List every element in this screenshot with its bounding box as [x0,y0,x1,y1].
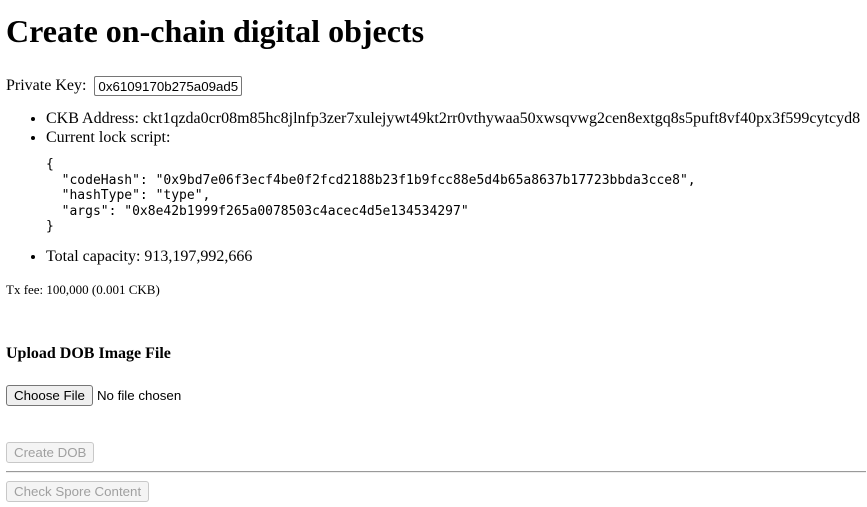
page-root: Create on-chain digital objects Private … [0,0,867,502]
tx-fee-text: Tx fee: 100,000 (0.001 CKB) [6,281,160,297]
capacity-value: 913,197,992,666 [144,247,253,265]
capacity-label: Total capacity: [46,247,141,265]
page-title: Create on-chain digital objects [6,13,425,49]
upload-heading: Upload DOB Image File [6,344,171,362]
list-item-lock-script: Current lock script: { "codeHash": "0x9b… [46,128,867,235]
create-dob-button[interactable]: Create DOB [6,441,95,463]
address-value: ckt1qzda0cr08m85hc8jlnfp3zer7xulejywt49k… [142,110,861,127]
lock-script-label: Current lock script: [46,129,171,146]
file-status-text: No file chosen [96,387,182,403]
list-item-address: CKB Address: ckt1qzda0cr08m85hc8jlnfp3ze… [46,109,867,128]
private-key-input[interactable] [94,76,243,96]
list-item-capacity: Total capacity: 913,197,992,666 [46,247,867,266]
file-input-row: Choose File No file chosen [6,384,867,406]
lock-script-code: { "codeHash": "0x9bd7e06f3ecf4be0f2fcd21… [46,157,696,234]
create-dob-row: Create DOB [6,441,867,463]
check-spore-content-button[interactable]: Check Spore Content [6,480,150,502]
address-label: CKB Address: [46,110,139,127]
check-spore-row: Check Spore Content [6,480,867,502]
choose-file-button[interactable]: Choose File [6,384,93,406]
private-key-label: Private Key: [6,77,87,94]
divider [6,470,866,473]
private-key-row: Private Key: [6,75,867,97]
account-info-list: CKB Address: ckt1qzda0cr08m85hc8jlnfp3ze… [6,109,867,266]
